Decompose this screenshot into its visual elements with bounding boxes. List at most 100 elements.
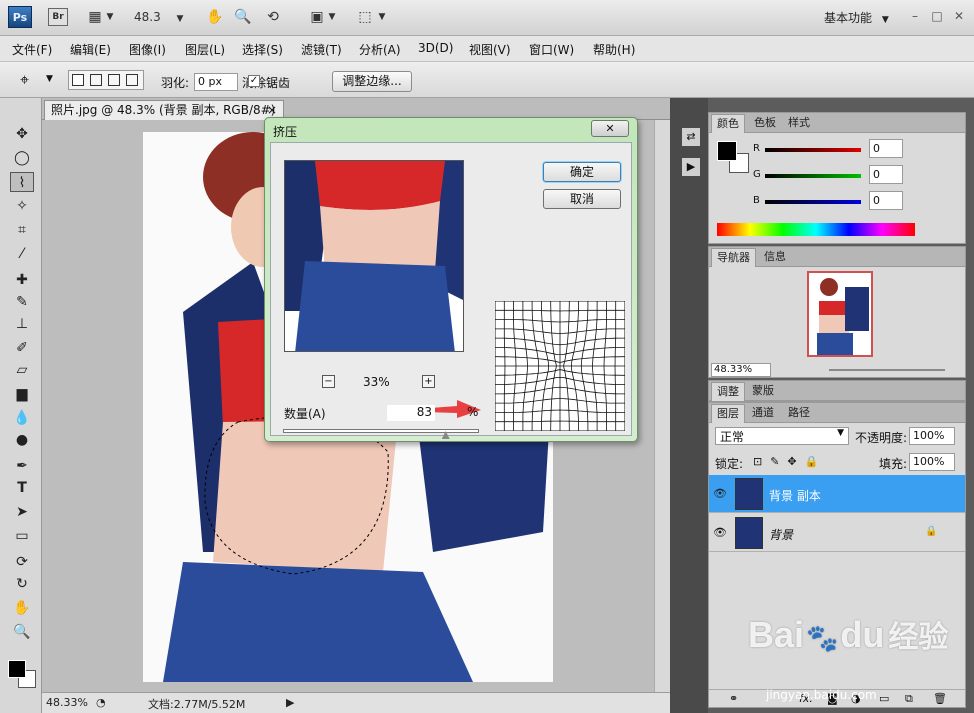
status-info-icon[interactable]: ◔ xyxy=(96,696,106,709)
rotate-view-icon[interactable]: ⟲ xyxy=(262,7,284,27)
channel-g-value[interactable]: 0 xyxy=(869,165,903,184)
opacity-field[interactable]: 100% xyxy=(909,427,955,445)
tab-channels[interactable]: 通道 xyxy=(747,404,779,423)
dialog-close-button[interactable]: ✕ xyxy=(591,120,629,137)
status-zoom[interactable]: 48.33% xyxy=(46,696,88,709)
type-tool-icon[interactable]: T xyxy=(10,478,34,498)
tab-info[interactable]: 信息 xyxy=(759,248,791,267)
navigator-preview[interactable] xyxy=(807,271,873,357)
workspace-switcher[interactable]: 基本功能 ▼ xyxy=(824,9,889,26)
channel-g-slider[interactable] xyxy=(765,174,861,178)
new-layer-icon[interactable]: ⧉ xyxy=(905,692,913,706)
color-spectrum-bar[interactable] xyxy=(717,223,915,236)
zoom-level-dropdown[interactable]: 48.3 ▼ xyxy=(134,8,184,27)
eraser-icon[interactable]: ▱ xyxy=(10,360,34,380)
foreground-color-swatch[interactable] xyxy=(717,141,737,161)
gradient-tool-icon[interactable]: ▆ xyxy=(10,384,34,404)
rectangle-tool-icon[interactable]: ▭ xyxy=(10,526,34,546)
pen-tool-icon[interactable]: ✒ xyxy=(10,456,34,476)
chevron-down-icon[interactable]: ▼ xyxy=(46,74,53,84)
brush-tool-icon[interactable]: ✎ xyxy=(10,292,34,312)
navigator-zoom-field[interactable]: 48.33% xyxy=(711,363,771,377)
foreground-color-swatch[interactable] xyxy=(8,660,26,678)
refine-edge-button[interactable]: 调整边缘... xyxy=(332,71,412,92)
chevron-down-icon[interactable]: ▼ xyxy=(376,7,388,27)
tab-swatches[interactable]: 色板 xyxy=(749,114,781,133)
amount-input[interactable]: 83 xyxy=(387,405,435,421)
filter-preview[interactable] xyxy=(284,160,464,352)
chevron-down-icon[interactable]: ▼ xyxy=(104,7,116,27)
channel-r-slider[interactable] xyxy=(765,148,861,152)
history-brush-icon[interactable]: ✐ xyxy=(10,338,34,358)
lock-icons[interactable]: ⊡✎✥🔒 xyxy=(753,455,826,468)
minimize-button[interactable]: – xyxy=(906,8,924,24)
bridge-button[interactable]: Br xyxy=(48,8,68,26)
cancel-button[interactable]: 取消 xyxy=(543,189,621,209)
tab-navigator[interactable]: 导航器 xyxy=(711,248,756,267)
healing-brush-icon[interactable]: ✚ xyxy=(10,270,34,290)
tab-adjustments[interactable]: 调整 xyxy=(711,382,745,401)
intersect-selection-icon[interactable] xyxy=(126,74,138,86)
magic-wand-icon[interactable]: ✧ xyxy=(10,196,34,216)
zoom-out-button[interactable]: − xyxy=(322,375,335,388)
menu-select[interactable]: 选择(S) xyxy=(242,41,283,58)
new-selection-icon[interactable] xyxy=(72,74,84,86)
ok-button[interactable]: 确定 xyxy=(543,162,621,182)
subtract-selection-icon[interactable] xyxy=(108,74,120,86)
tab-styles[interactable]: 样式 xyxy=(783,114,815,133)
channel-b-slider[interactable] xyxy=(765,200,861,204)
antialias-checkbox[interactable]: ✓ xyxy=(248,75,260,87)
trash-icon[interactable]: 🗑 xyxy=(933,692,947,705)
elliptical-marquee-icon[interactable]: ◯ xyxy=(10,148,34,168)
close-button[interactable]: ✕ xyxy=(950,8,968,24)
actions-panel-icon[interactable]: ▶ xyxy=(682,158,700,176)
channel-r-value[interactable]: 0 xyxy=(869,139,903,158)
menu-layer[interactable]: 图层(L) xyxy=(185,41,225,58)
eye-icon[interactable]: 👁 xyxy=(713,526,727,539)
polygonal-lasso-preset-icon[interactable]: ⌖ xyxy=(20,70,29,90)
path-selection-icon[interactable]: ➤ xyxy=(10,502,34,522)
menu-3d[interactable]: 3D(D) xyxy=(418,41,453,55)
menu-view[interactable]: 视图(V) xyxy=(469,41,511,58)
polygonal-lasso-icon[interactable]: ⌇ xyxy=(10,172,34,192)
amount-slider-track[interactable] xyxy=(283,429,479,433)
menu-analysis[interactable]: 分析(A) xyxy=(359,41,401,58)
crop-tool-icon[interactable]: ⌗ xyxy=(10,220,34,240)
arrange-documents-icon[interactable]: ▣ xyxy=(306,7,328,27)
status-arrow-icon[interactable]: ▶ xyxy=(286,696,294,709)
menu-file[interactable]: 文件(F) xyxy=(12,41,52,58)
zoom-in-button[interactable]: + xyxy=(422,375,435,388)
add-selection-icon[interactable] xyxy=(90,74,102,86)
screen-mode-icon[interactable]: ⬚ xyxy=(354,7,376,27)
zoom-tool-icon[interactable]: 🔍 xyxy=(10,622,34,642)
history-panel-icon[interactable]: ⇄ xyxy=(682,128,700,146)
filmstrip-icon[interactable]: ▦ xyxy=(84,7,106,27)
3d-orbit-icon[interactable]: ↻ xyxy=(10,574,34,594)
menu-edit[interactable]: 编辑(E) xyxy=(70,41,111,58)
dodge-tool-icon[interactable]: ● xyxy=(10,430,34,450)
tab-paths[interactable]: 路径 xyxy=(783,404,815,423)
vertical-scrollbar[interactable] xyxy=(654,120,670,692)
clone-stamp-icon[interactable]: ⊥ xyxy=(10,314,34,334)
menu-help[interactable]: 帮助(H) xyxy=(593,41,635,58)
hand-tool-icon[interactable]: ✋ xyxy=(10,598,34,618)
menu-image[interactable]: 图像(I) xyxy=(129,41,166,58)
eye-icon[interactable]: 👁 xyxy=(713,487,727,500)
layer-row[interactable]: 👁 背景 🔒 xyxy=(709,514,965,552)
tab-layers[interactable]: 图层 xyxy=(711,404,745,423)
maximize-button[interactable]: □ xyxy=(928,8,946,24)
group-icon[interactable]: ▭ xyxy=(879,692,889,705)
menu-window[interactable]: 窗口(W) xyxy=(529,41,574,58)
blur-tool-icon[interactable]: 💧 xyxy=(10,408,34,428)
menu-filter[interactable]: 滤镜(T) xyxy=(301,41,342,58)
channel-b-value[interactable]: 0 xyxy=(869,191,903,210)
tab-color[interactable]: 颜色 xyxy=(711,114,745,133)
feather-input[interactable]: 0 px xyxy=(194,73,238,91)
chevron-down-icon[interactable]: ▼ xyxy=(326,7,338,27)
zoom-tool-icon[interactable]: 🔍 xyxy=(232,7,254,27)
layer-row[interactable]: 👁 背景 副本 xyxy=(709,475,965,513)
hand-tool-icon[interactable]: ✋ xyxy=(204,7,226,27)
eyedropper-icon[interactable]: ⁄ xyxy=(10,244,34,264)
move-tool-icon[interactable]: ✥ xyxy=(10,124,34,144)
document-tab[interactable]: 照片.jpg @ 48.3% (背景 副本, RGB/8#) * × xyxy=(44,100,284,136)
